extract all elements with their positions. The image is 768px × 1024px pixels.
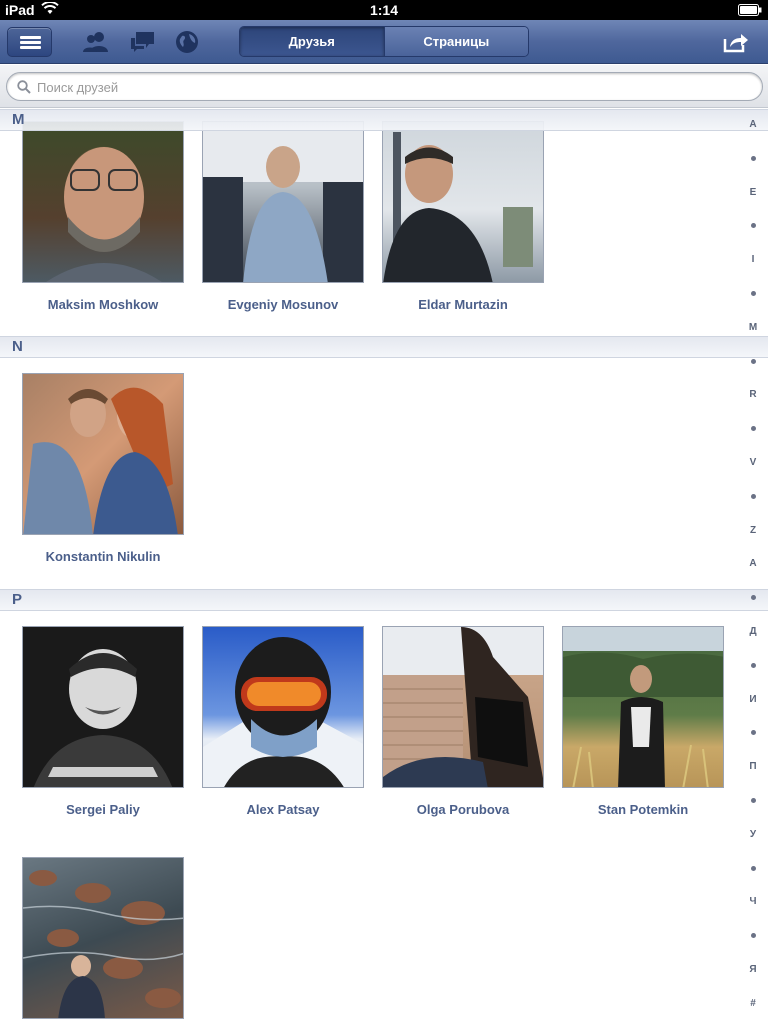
search-icon	[17, 80, 31, 94]
index-letter[interactable]: П	[738, 760, 768, 774]
tab-friends[interactable]: Друзья	[240, 27, 384, 56]
friend-name[interactable]: Olga Porubova	[373, 802, 553, 817]
friend-card[interactable]: Evgeniy Mosunov	[193, 121, 373, 312]
index-dot[interactable]	[738, 355, 768, 369]
index-dot[interactable]	[738, 219, 768, 233]
section-header-m: M	[0, 109, 768, 131]
messages-icon[interactable]	[129, 30, 157, 54]
friend-name[interactable]: Alex Patsay	[193, 802, 373, 817]
search-input[interactable]	[37, 76, 737, 98]
menu-button[interactable]	[7, 27, 52, 57]
friend-photo[interactable]	[202, 626, 364, 788]
index-letter[interactable]: I	[738, 253, 768, 267]
facebook-friends-screen: iPad 1:14 Друзья Страницы Поиск друзей M…	[0, 0, 768, 1024]
friend-photo[interactable]	[22, 121, 184, 283]
index-letter[interactable]: Я	[738, 963, 768, 977]
friend-name[interactable]: Stan Potemkin	[553, 802, 733, 817]
section-header-n: N	[0, 336, 768, 358]
friend-photo[interactable]	[562, 626, 724, 788]
index-letter[interactable]: Ч	[738, 895, 768, 909]
index-letter[interactable]: Д	[738, 625, 768, 639]
friend-name[interactable]: Eldar Murtazin	[373, 297, 553, 312]
friend-card[interactable]: Stan Potemkin	[553, 626, 733, 817]
friend-card[interactable]	[13, 857, 193, 1019]
index-letter[interactable]: V	[738, 456, 768, 470]
clock: 1:14	[369, 2, 399, 18]
friend-name[interactable]: Maksim Moshkow	[13, 297, 193, 312]
friend-card[interactable]: Maksim Moshkow	[13, 121, 193, 312]
index-letter[interactable]: И	[738, 693, 768, 707]
friend-card[interactable]: Alex Patsay	[193, 626, 373, 817]
friend-photo[interactable]	[202, 121, 364, 283]
search-bar	[0, 65, 768, 108]
index-letter[interactable]: Z	[738, 524, 768, 538]
search-field[interactable]	[6, 72, 763, 101]
friend-photo[interactable]	[22, 373, 184, 535]
index-letter[interactable]: A	[738, 118, 768, 132]
index-letter[interactable]: M	[738, 321, 768, 335]
friends-pages-segmented-control: Друзья Страницы	[239, 26, 529, 57]
index-dot[interactable]	[738, 659, 768, 673]
friend-photo[interactable]	[22, 857, 184, 1019]
index-dot[interactable]	[738, 287, 768, 301]
friend-name[interactable]: Konstantin Nikulin	[13, 549, 193, 564]
status-bar: iPad 1:14	[0, 0, 768, 20]
index-dot[interactable]	[738, 591, 768, 605]
index-letter[interactable]: E	[738, 186, 768, 200]
friend-requests-icon[interactable]	[82, 30, 110, 54]
index-dot[interactable]	[738, 929, 768, 943]
friends-list[interactable]: Maksim Moshkow Evgeniy Mosunov Eldar Mur…	[0, 109, 768, 1024]
friend-photo[interactable]	[22, 626, 184, 788]
notifications-globe-icon[interactable]	[174, 30, 202, 54]
index-dot[interactable]	[738, 794, 768, 808]
index-dot[interactable]	[738, 490, 768, 504]
section-index[interactable]: A E I M R V Z A Д И П У Ч Я #	[738, 118, 768, 1018]
friend-card[interactable]: Konstantin Nikulin	[13, 373, 193, 564]
friend-photo[interactable]	[382, 121, 544, 283]
friend-card[interactable]: Olga Porubova	[373, 626, 553, 817]
index-dot[interactable]	[738, 422, 768, 436]
friend-card[interactable]: Eldar Murtazin	[373, 121, 553, 312]
friend-name[interactable]: Evgeniy Mosunov	[193, 297, 373, 312]
share-icon[interactable]	[722, 30, 750, 54]
battery-icon	[738, 3, 762, 19]
friend-photo[interactable]	[382, 626, 544, 788]
friend-card[interactable]: Sergei Paliy	[13, 626, 193, 817]
friend-name[interactable]: Sergei Paliy	[13, 802, 193, 817]
tab-pages[interactable]: Страницы	[383, 27, 528, 56]
navigation-bar: Друзья Страницы	[0, 20, 768, 64]
index-dot[interactable]	[738, 726, 768, 740]
index-letter[interactable]: A	[738, 557, 768, 571]
section-header-p: P	[0, 589, 768, 611]
index-letter[interactable]: #	[738, 997, 768, 1011]
index-dot[interactable]	[738, 862, 768, 876]
index-letter[interactable]: R	[738, 388, 768, 402]
index-dot[interactable]	[738, 152, 768, 166]
index-letter[interactable]: У	[738, 828, 768, 842]
